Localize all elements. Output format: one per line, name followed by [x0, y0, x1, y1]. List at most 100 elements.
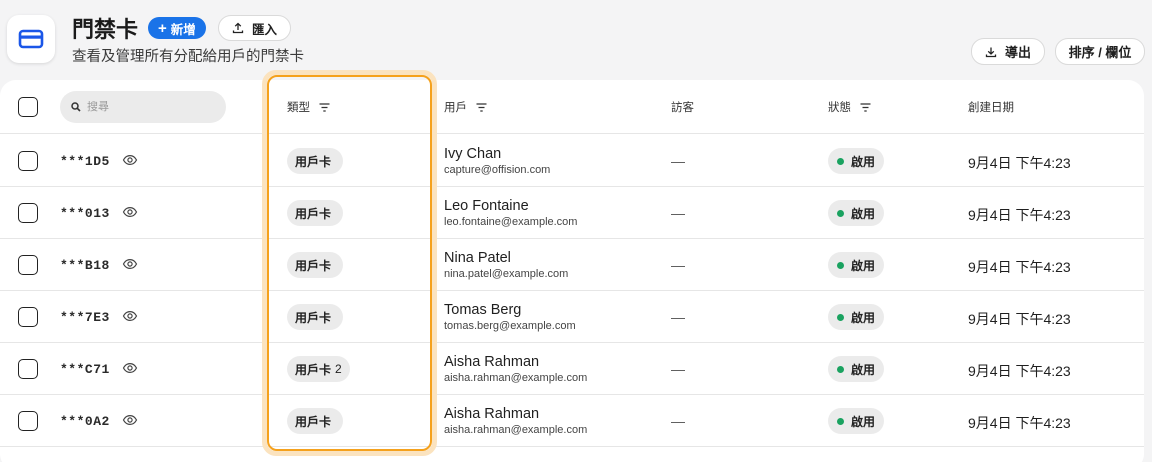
- user-email: nina.patel@example.com: [444, 268, 569, 280]
- user-name: Aisha Rahman: [444, 354, 540, 370]
- table-row[interactable]: ***1D5 用戶卡 Ivy Chan capture@offision.com…: [0, 135, 1144, 187]
- filter-icon[interactable]: [476, 102, 487, 112]
- upload-icon: [232, 22, 244, 34]
- card-id: ***013: [60, 206, 110, 221]
- status-badge: 啟用: [828, 408, 885, 434]
- eye-icon[interactable]: [122, 412, 138, 428]
- status-label: 啟用: [851, 258, 876, 273]
- status-badge: 啟用: [828, 148, 885, 174]
- row-checkbox[interactable]: [18, 203, 38, 223]
- access-card-app-icon: [7, 15, 55, 63]
- export-button-label: 導出: [1004, 45, 1031, 60]
- select-all-checkbox[interactable]: [18, 97, 38, 117]
- filter-icon[interactable]: [319, 102, 330, 112]
- created-date: 9月4日 下午4:23: [968, 415, 1071, 431]
- export-button[interactable]: 導出: [971, 38, 1045, 65]
- status-dot: [837, 261, 844, 269]
- download-icon: [985, 47, 997, 57]
- sort-columns-button[interactable]: 排序 / 欄位: [1055, 38, 1145, 65]
- search-input[interactable]: [87, 101, 207, 113]
- column-header-user-label: 用戶: [444, 102, 467, 114]
- row-checkbox[interactable]: [18, 411, 38, 431]
- import-button[interactable]: 匯入: [218, 15, 292, 41]
- type-badge-count: 2: [335, 362, 342, 376]
- import-button-label: 匯入: [252, 22, 278, 37]
- user-name: Ivy Chan: [444, 146, 502, 162]
- type-badge-label: 用戶卡: [295, 310, 332, 325]
- visitor-value: —: [671, 413, 685, 429]
- card-icon: [18, 29, 44, 49]
- created-date: 9月4日 下午4:23: [968, 207, 1071, 223]
- type-badge: 用戶卡: [287, 408, 344, 434]
- card-id: ***7E3: [60, 310, 110, 325]
- table-row[interactable]: ***013 用戶卡 Leo Fontaine leo.fontaine@exa…: [0, 187, 1144, 239]
- type-badge: 用戶卡: [287, 200, 344, 226]
- type-badge-label: 用戶卡: [295, 362, 332, 377]
- status-label: 啟用: [851, 206, 876, 221]
- user-name: Nina Patel: [444, 250, 511, 266]
- visitor-value: —: [671, 257, 685, 273]
- status-badge: 啟用: [828, 200, 885, 226]
- plus-icon: +: [158, 19, 167, 37]
- eye-icon[interactable]: [122, 308, 138, 324]
- card-id: ***0A2: [60, 414, 110, 429]
- card-id: ***C71: [60, 362, 110, 377]
- column-header-user[interactable]: 用戶: [444, 99, 487, 115]
- created-date: 9月4日 下午4:23: [968, 363, 1071, 379]
- created-date: 9月4日 下午4:23: [968, 155, 1071, 171]
- status-badge: 啟用: [828, 252, 885, 278]
- status-label: 啟用: [851, 362, 876, 377]
- status-dot: [837, 209, 844, 217]
- user-name: Tomas Berg: [444, 302, 522, 318]
- type-badge-label: 用戶卡: [295, 258, 332, 273]
- row-checkbox[interactable]: [18, 359, 38, 379]
- type-badge: 用戶卡: [287, 148, 344, 174]
- status-dot: [837, 157, 844, 165]
- user-email: aisha.rahman@example.com: [444, 424, 588, 436]
- status-label: 啟用: [851, 310, 876, 325]
- created-date: 9月4日 下午4:23: [968, 259, 1071, 275]
- table-row[interactable]: ***0A2 用戶卡 Aisha Rahman aisha.rahman@exa…: [0, 395, 1144, 447]
- card-id: ***B18: [60, 258, 110, 273]
- user-name: Leo Fontaine: [444, 198, 529, 214]
- new-button[interactable]: + 新增: [148, 17, 206, 39]
- eye-icon[interactable]: [122, 360, 138, 376]
- type-badge: 用戶卡: [287, 252, 344, 278]
- search-box[interactable]: [60, 91, 226, 123]
- page-subtitle: 查看及管理所有分配給用戶的門禁卡: [72, 49, 304, 65]
- filter-icon[interactable]: [860, 102, 871, 112]
- status-badge: 啟用: [828, 304, 885, 330]
- page-title: 門禁卡: [72, 17, 139, 42]
- status-dot: [837, 417, 844, 425]
- created-date: 9月4日 下午4:23: [968, 311, 1071, 327]
- sort-columns-label: 排序 / 欄位: [1068, 45, 1132, 60]
- status-label: 啟用: [851, 154, 876, 169]
- card-id: ***1D5: [60, 154, 110, 169]
- column-header-visitor: 訪客: [671, 99, 694, 115]
- type-badge-label: 用戶卡: [295, 414, 332, 429]
- status-dot: [837, 365, 844, 373]
- user-email: aisha.rahman@example.com: [444, 372, 588, 384]
- eye-icon[interactable]: [122, 256, 138, 272]
- column-header-created-date-label: 創建日期: [968, 102, 1014, 114]
- visitor-value: —: [671, 205, 685, 221]
- row-checkbox[interactable]: [18, 307, 38, 327]
- type-badge: 用戶卡: [287, 304, 344, 330]
- new-button-label: 新增: [170, 22, 196, 37]
- row-checkbox[interactable]: [18, 255, 38, 275]
- visitor-value: —: [671, 309, 685, 325]
- status-dot: [837, 313, 844, 321]
- status-badge: 啟用: [828, 356, 885, 382]
- column-header-type[interactable]: 類型: [287, 99, 330, 115]
- column-header-type-label: 類型: [287, 102, 310, 114]
- eye-icon[interactable]: [122, 204, 138, 220]
- type-badge-label: 用戶卡: [295, 206, 332, 221]
- table-row[interactable]: ***B18 用戶卡 Nina Patel nina.patel@example…: [0, 239, 1144, 291]
- table-row[interactable]: ***7E3 用戶卡 Tomas Berg tomas.berg@example…: [0, 291, 1144, 343]
- column-header-status[interactable]: 狀態: [828, 99, 871, 115]
- column-header-status-label: 狀態: [828, 102, 851, 114]
- table-row[interactable]: ***C71 用戶卡 2 Aisha Rahman aisha.rahman@ex…: [0, 343, 1144, 395]
- row-checkbox[interactable]: [18, 151, 38, 171]
- user-email: capture@offision.com: [444, 164, 551, 176]
- eye-icon[interactable]: [122, 152, 138, 168]
